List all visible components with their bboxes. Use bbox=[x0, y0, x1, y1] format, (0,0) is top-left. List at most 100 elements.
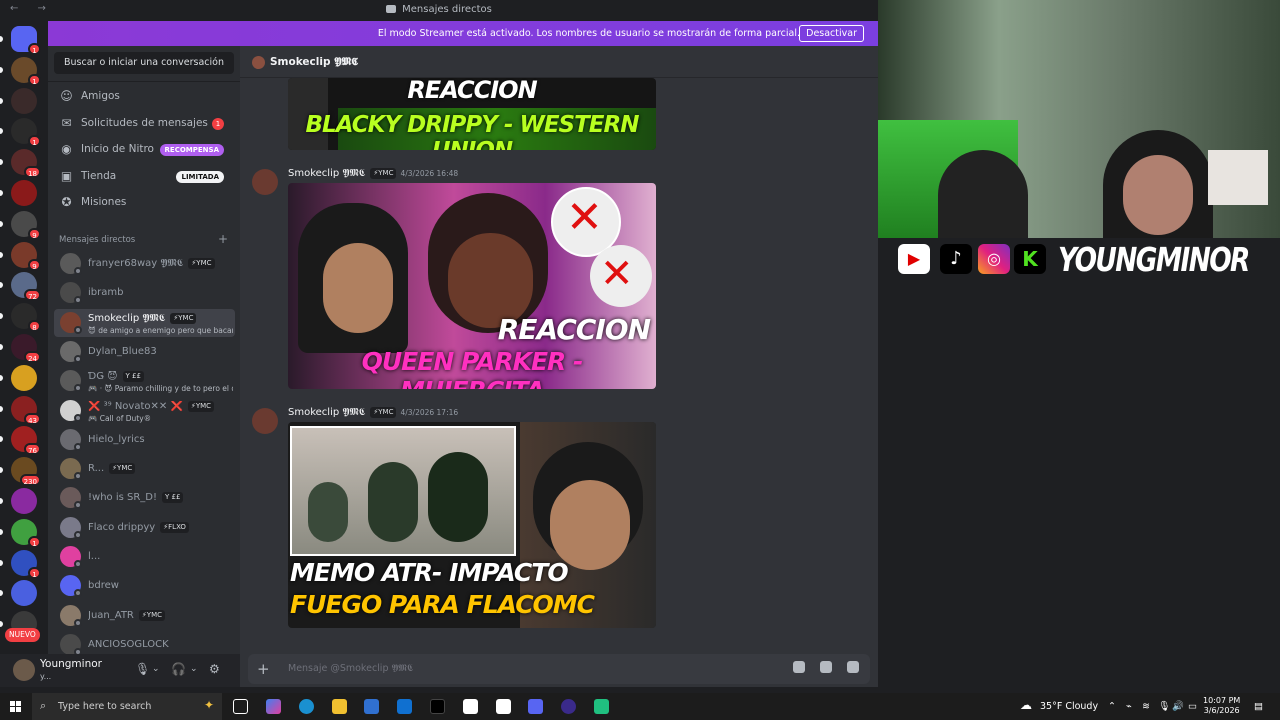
dm-item[interactable]: franyer68way 𝖄𝕸𝕮 ⚡YMC bbox=[54, 250, 235, 278]
dm-item[interactable]: l... bbox=[54, 543, 235, 571]
dm-item[interactable]: Dylan_Blue83 bbox=[54, 338, 235, 366]
server-icon[interactable] bbox=[0, 488, 37, 514]
message-image[interactable]: REACCION BLACKY DRIPPY - WESTERN UNION bbox=[288, 78, 656, 150]
chevron-down-icon[interactable]: ⌄ bbox=[190, 664, 198, 674]
dm-activity: 🎮 · 😈 Paramo chilling y de to pero el q.… bbox=[88, 384, 233, 394]
copilot-icon[interactable] bbox=[266, 699, 281, 714]
avatar[interactable] bbox=[252, 408, 278, 434]
nav-item-tienda[interactable]: ▣ Tienda LIMITADA bbox=[56, 165, 234, 189]
quests-icon: ✪ bbox=[61, 195, 72, 210]
dm-name-text: Dylan_Blue83 bbox=[88, 345, 157, 357]
discord-app-icon[interactable] bbox=[528, 699, 543, 714]
new-badge[interactable]: NUEVO bbox=[5, 628, 40, 642]
guild-tag: ⚡YMC bbox=[170, 312, 197, 324]
message-input[interactable]: Mensaje @Smokeclip 𝖄𝕸𝕮 bbox=[288, 663, 413, 674]
dm-name: R... ⚡YMC bbox=[88, 463, 136, 475]
nav-item-label: Amigos bbox=[81, 90, 120, 102]
dm-item[interactable]: bdrew bbox=[54, 572, 235, 600]
gear-icon[interactable]: ⚙ bbox=[209, 662, 220, 676]
server-icon[interactable]: 1 bbox=[0, 549, 41, 579]
wifi-icon[interactable]: ≋ bbox=[1142, 701, 1150, 712]
dm-item[interactable]: !who is SR_D! Y ££ bbox=[54, 484, 235, 512]
chevron-down-icon[interactable]: ⌄ bbox=[152, 664, 160, 674]
weather-text[interactable]: 35°F Cloudy bbox=[1040, 701, 1098, 712]
dm-item[interactable]: ƊǤ 😈 Y ££ 🎮 · 😈 Paramo chilling y de to pe… bbox=[54, 367, 235, 395]
file-explorer-icon[interactable] bbox=[332, 699, 347, 714]
message-author[interactable]: Smokeclip 𝖄𝕸𝕮 bbox=[288, 168, 365, 179]
unread-indicator bbox=[0, 621, 3, 628]
dm-item[interactable]: Smokeclip 𝖄𝕸𝕮 ⚡YMC 😈 de amigo a enemigo pe… bbox=[54, 308, 235, 337]
windows-start-icon[interactable] bbox=[10, 701, 21, 712]
server-icon[interactable]: 18 bbox=[0, 149, 41, 179]
empty-pane bbox=[878, 280, 1280, 687]
server-icon[interactable]: 1 bbox=[0, 26, 41, 55]
message-composer[interactable]: + Mensaje @Smokeclip 𝖄𝕸𝕮 bbox=[248, 654, 870, 684]
youtube-icon: ▶ bbox=[898, 244, 930, 274]
clock[interactable]: 10:07 PM 3/6/2026 bbox=[1203, 696, 1240, 716]
server-icon[interactable] bbox=[0, 364, 37, 391]
server-icon[interactable]: 9 bbox=[0, 210, 41, 240]
search-conversation-button[interactable]: Buscar o iniciar una conversación bbox=[54, 52, 234, 74]
taskbar-search-input[interactable]: Type here to search bbox=[58, 701, 151, 712]
app-icon[interactable] bbox=[594, 699, 609, 714]
server-icon[interactable]: 72 bbox=[0, 272, 41, 302]
gift-icon[interactable] bbox=[793, 661, 805, 673]
obs-icon[interactable] bbox=[561, 699, 576, 714]
server-icon[interactable]: 9 bbox=[0, 241, 41, 271]
dm-item[interactable]: Flaco drippyy ⚡FLXO bbox=[54, 514, 235, 542]
server-icon[interactable]: 1 bbox=[0, 56, 41, 86]
server-icon[interactable]: 1 bbox=[0, 518, 41, 548]
avatar[interactable] bbox=[252, 169, 278, 195]
notifications-icon[interactable]: ▤ bbox=[1254, 701, 1263, 712]
network-icon[interactable]: ⌁ bbox=[1126, 701, 1132, 712]
server-icon[interactable]: 230 bbox=[0, 457, 41, 487]
attach-plus-icon[interactable]: + bbox=[257, 660, 270, 678]
microphone-icon[interactable]: 🎙 bbox=[135, 662, 150, 676]
server-icon[interactable] bbox=[0, 180, 37, 206]
tiktok-app-icon[interactable] bbox=[430, 699, 445, 714]
chevron-up-icon[interactable]: ⌃ bbox=[1108, 701, 1116, 712]
sticker-icon[interactable] bbox=[847, 661, 859, 673]
unread-indicator bbox=[0, 590, 3, 597]
dm-name: ƊǤ 😈 Y ££ bbox=[88, 371, 144, 383]
server-icon[interactable]: 43 bbox=[0, 395, 41, 425]
volume-icon[interactable]: 🔊 bbox=[1172, 701, 1184, 712]
avatar[interactable] bbox=[252, 56, 265, 69]
dm-item[interactable]: Hielo_lyrics bbox=[54, 426, 235, 454]
deactivate-button[interactable]: Desactivar bbox=[799, 25, 864, 42]
nav-item-misiones[interactable]: ✪ Misiones bbox=[56, 191, 234, 215]
store-icon[interactable] bbox=[364, 699, 379, 714]
unread-indicator bbox=[0, 436, 3, 443]
microphone-tray-icon[interactable]: 🎙 bbox=[1158, 701, 1170, 712]
dm-item[interactable]: Juan_ATR ⚡YMC bbox=[54, 602, 235, 630]
server-icon[interactable]: 76 bbox=[0, 426, 41, 456]
message-author[interactable]: Smokeclip 𝖄𝕸𝕮 bbox=[288, 407, 365, 418]
message-image[interactable]: ✕ ✕ REACCION QUEEN PARKER - MUJERCITA bbox=[288, 183, 656, 389]
battery-icon[interactable]: ▭ bbox=[1188, 701, 1197, 712]
capcut-icon[interactable] bbox=[496, 699, 511, 714]
taskbar-search[interactable]: ⌕ Type here to search ✦ bbox=[32, 693, 222, 720]
edge-icon[interactable] bbox=[299, 699, 314, 714]
headphones-icon[interactable]: 🎧 bbox=[171, 662, 186, 676]
server-icon[interactable] bbox=[0, 87, 37, 114]
gif-icon[interactable] bbox=[820, 661, 832, 673]
unread-indicator bbox=[0, 313, 3, 320]
dm-item[interactable]: ❌ ³⁹ Novato✕✕ ❌ ⚡YMC 🎮 Call of Duty® bbox=[54, 397, 235, 425]
avatar[interactable] bbox=[13, 659, 35, 681]
task-view-icon[interactable] bbox=[233, 699, 248, 714]
nav-item-inicio[interactable]: ◉ Inicio de Nitro RECOMPENSA bbox=[56, 138, 234, 162]
nav-item-amigos[interactable]: ☺ Amigos bbox=[56, 85, 234, 109]
social-links: ▶ ♪ ◎ K YOUNGMINOR bbox=[896, 240, 1280, 280]
server-icon[interactable]: 24 bbox=[0, 334, 41, 363]
server-icon[interactable]: 8 bbox=[0, 303, 41, 333]
dm-item[interactable]: ibramb bbox=[54, 279, 235, 307]
server-icon[interactable] bbox=[0, 580, 37, 607]
server-icon[interactable]: 1 bbox=[0, 118, 41, 148]
mail-icon[interactable] bbox=[397, 699, 412, 714]
dm-item[interactable]: R... ⚡YMC bbox=[54, 455, 235, 483]
capcut-icon[interactable] bbox=[463, 699, 478, 714]
create-dm-icon[interactable]: + bbox=[218, 232, 228, 246]
message-image[interactable]: MEMO ATR- IMPACTO FUEGO PARA FLACOMC bbox=[288, 422, 656, 628]
nav-item-solicitudes[interactable]: ✉ Solicitudes de mensajes 1 bbox=[56, 112, 234, 136]
username[interactable]: Youngminor bbox=[40, 658, 102, 670]
